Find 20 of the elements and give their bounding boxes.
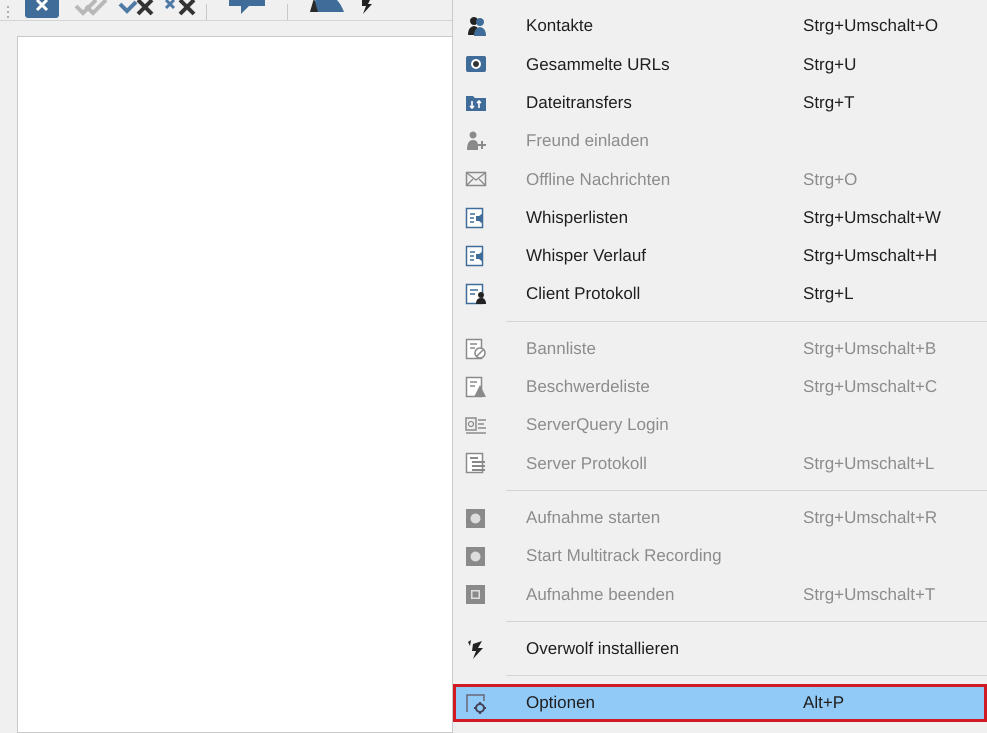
add-user-icon bbox=[465, 130, 487, 152]
menu-item[interactable]: Whisper Verlauf Strg+Umschalt+H bbox=[453, 236, 987, 276]
record-icon bbox=[465, 545, 487, 567]
menu-item[interactable]: Whisperlisten Strg+Umschalt+W bbox=[453, 198, 987, 237]
document-user-icon bbox=[465, 283, 487, 306]
settings-icon bbox=[465, 692, 487, 714]
menu-item[interactable]: Kontakte Strg+Umschalt+O bbox=[453, 7, 987, 46]
document-ban-icon bbox=[465, 338, 487, 360]
server-log-icon bbox=[465, 452, 487, 474]
x-box-icon[interactable] bbox=[24, 0, 60, 20]
menu-item[interactable]: Dateitransfers Strg+T bbox=[453, 84, 987, 122]
menu-item[interactable]: Gesammelte URLs Strg+U bbox=[453, 45, 987, 84]
toolbar-grip[interactable] bbox=[6, 4, 10, 20]
record-icon bbox=[465, 506, 487, 529]
stop-icon bbox=[465, 583, 487, 606]
menu-item[interactable]: Client Protokoll Strg+L bbox=[453, 275, 987, 314]
contacts-icon bbox=[465, 15, 487, 38]
menu-item[interactable]: Optionen Alt+P bbox=[453, 684, 987, 722]
document-warning-icon bbox=[465, 376, 487, 398]
menu-item[interactable]: Overwolf installieren bbox=[453, 629, 987, 668]
